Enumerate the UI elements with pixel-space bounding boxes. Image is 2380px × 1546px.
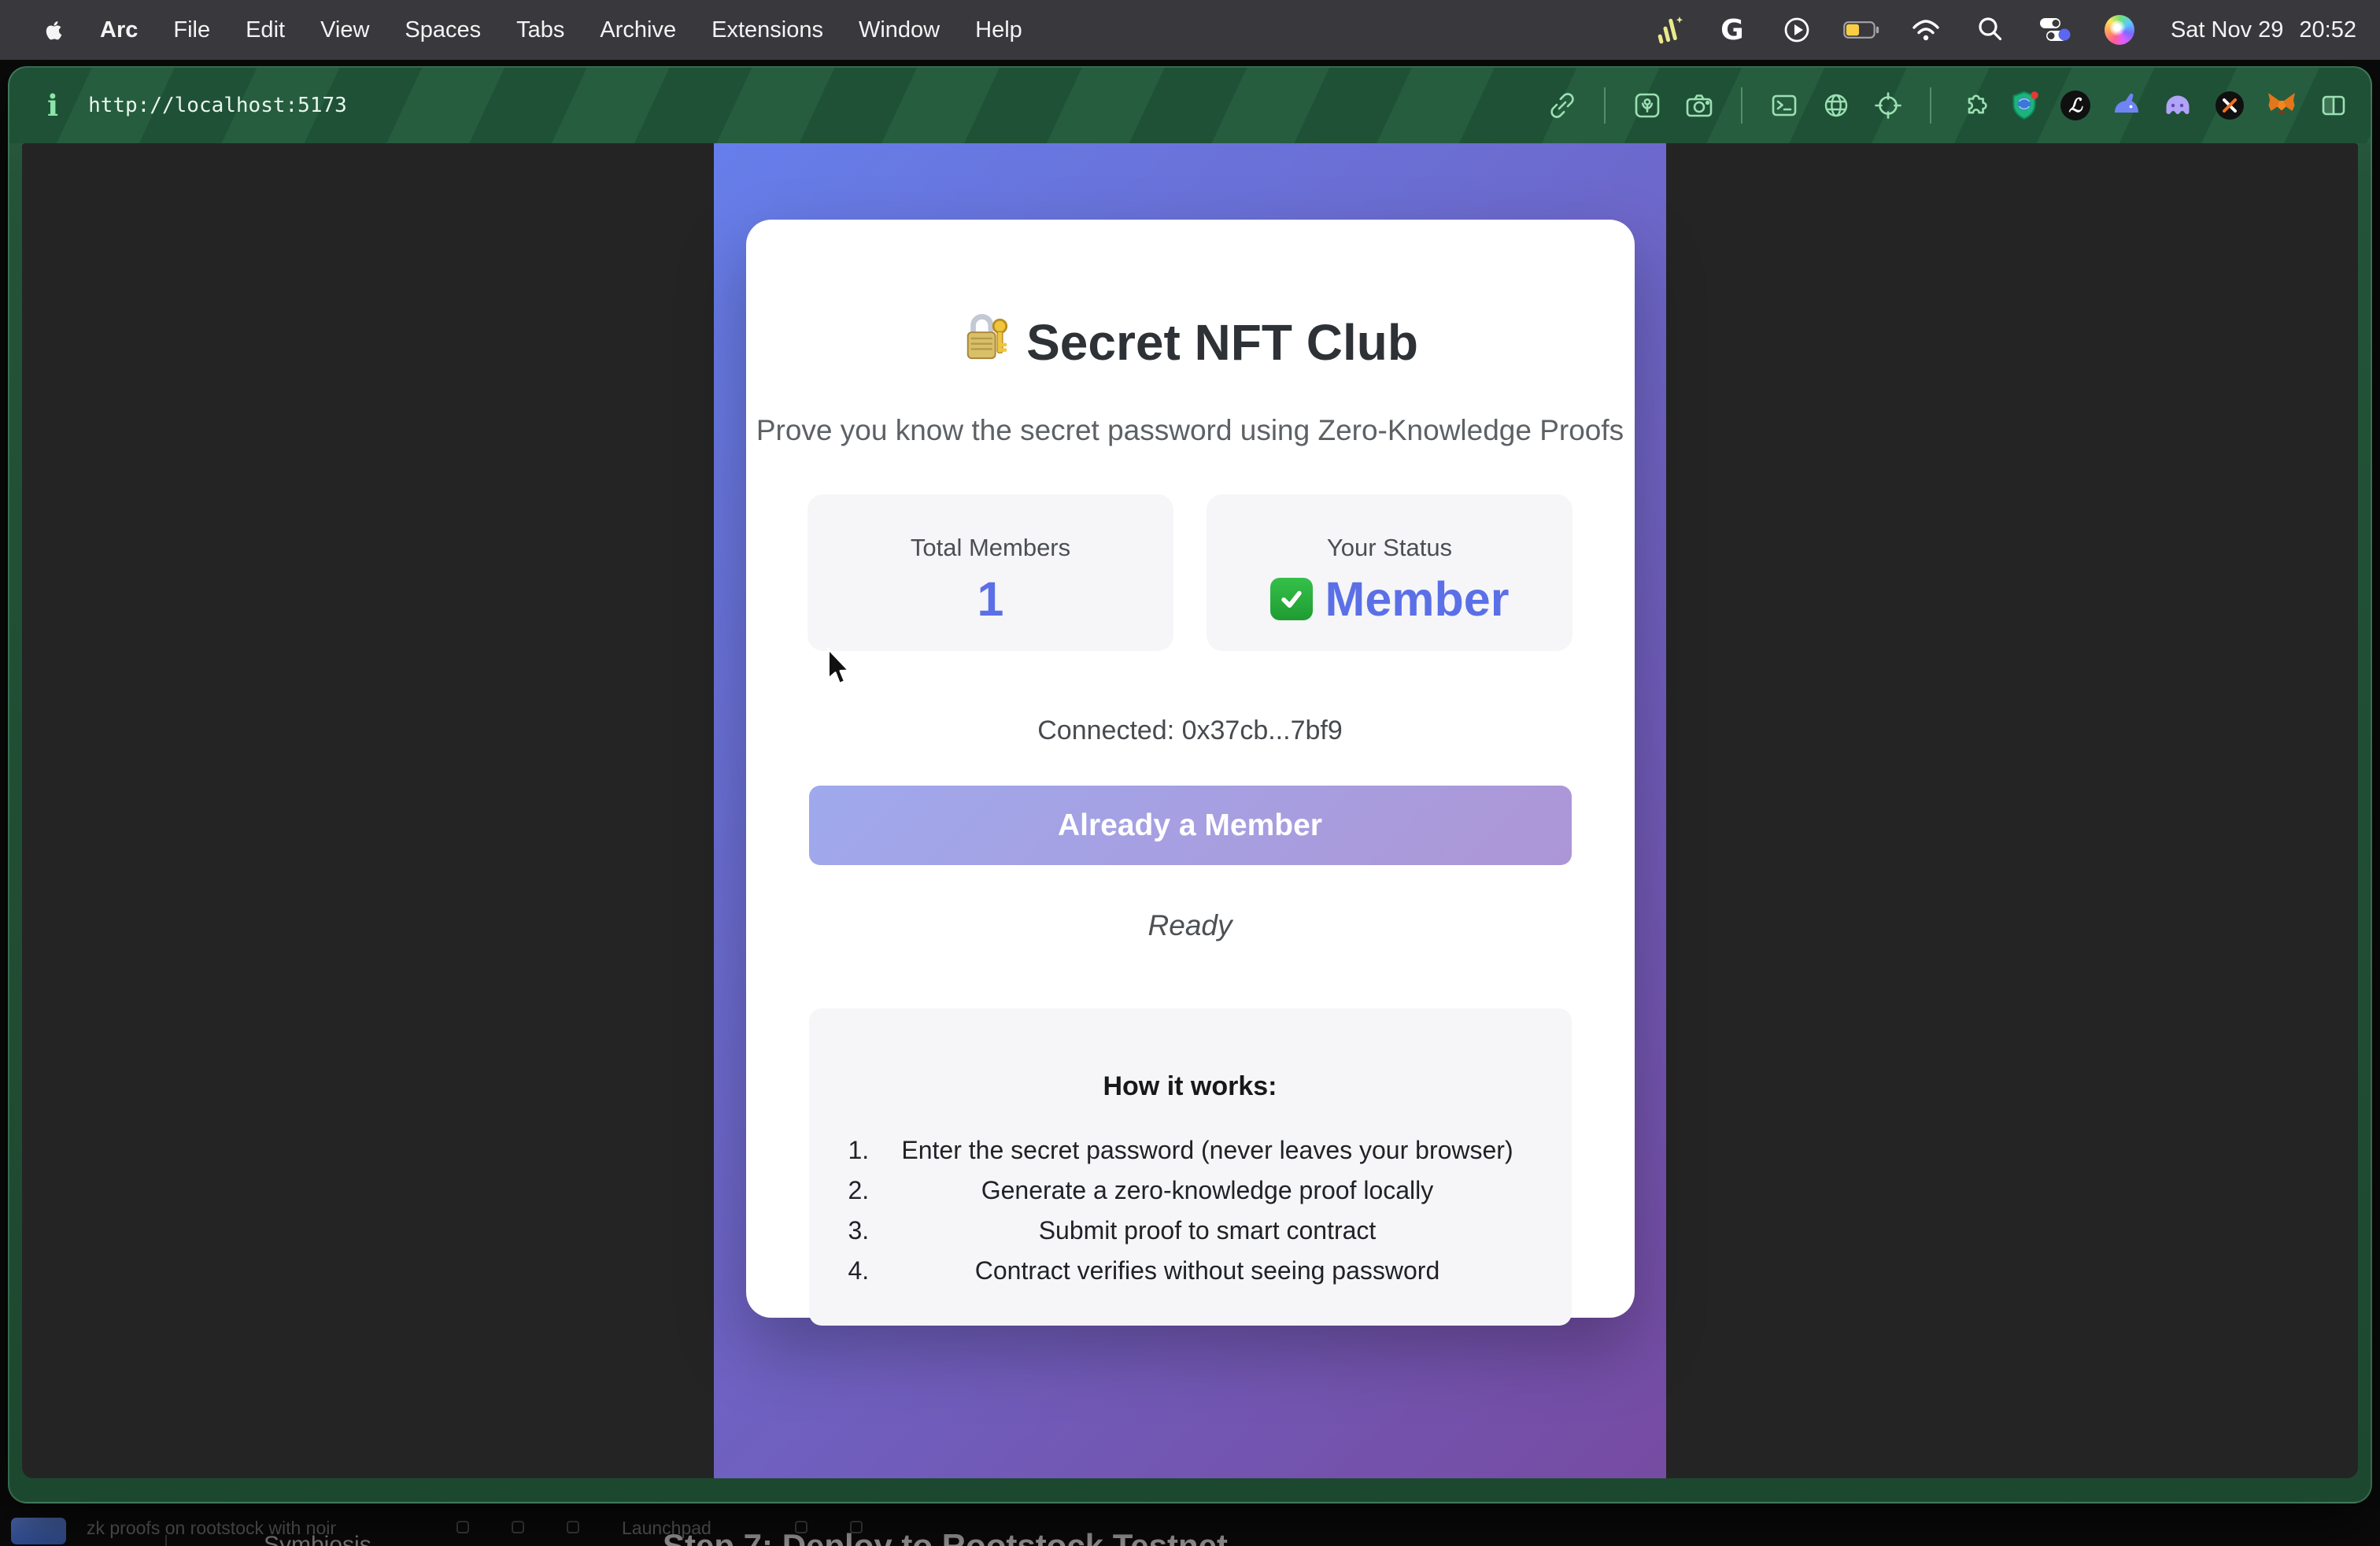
menu-bar-left: Arc File Edit View Spaces Tabs Archive E… xyxy=(41,16,1022,44)
shield-extension-icon[interactable] xyxy=(2009,89,2042,122)
your-status-card: Your Status Member xyxy=(1207,494,1572,651)
rabby-wallet-icon[interactable] xyxy=(2109,89,2142,122)
globe-icon[interactable] xyxy=(1820,89,1853,122)
total-members-label: Total Members xyxy=(808,534,1173,562)
webpage-background: Secret NFT Club Prove you know the secre… xyxy=(714,143,1666,1478)
url-bar[interactable]: http://localhost:5173 xyxy=(88,94,347,117)
wifi-icon[interactable] xyxy=(1908,12,1944,48)
menu-window[interactable]: Window xyxy=(859,17,940,43)
apple-menu[interactable] xyxy=(41,16,65,44)
list-item: 2. Generate a zero-knowledge proof local… xyxy=(844,1171,1572,1211)
browser-toolbar: i http://localhost:5173 xyxy=(9,68,2371,143)
list-item: 3. Submit proof to smart contract xyxy=(844,1211,1572,1251)
step-text: Submit proof to smart contract xyxy=(1039,1216,1377,1245)
browser-window: i http://localhost:5173 xyxy=(8,66,2372,1503)
list-marker: 4. xyxy=(848,1251,870,1291)
nft-club-card: Secret NFT Club Prove you know the secre… xyxy=(746,220,1635,1318)
menu-view[interactable]: View xyxy=(320,17,369,43)
step-text: Enter the secret password (never leaves … xyxy=(901,1136,1513,1164)
copy-link-icon[interactable] xyxy=(1546,89,1579,122)
background-window: zk proofs on rootstock with noir Launchp… xyxy=(0,1507,2380,1546)
page-title: Secret NFT Club xyxy=(746,220,1635,375)
page-title-text: Secret NFT Club xyxy=(1026,313,1418,372)
your-status-value: Member xyxy=(1207,571,1572,627)
address-area: i http://localhost:5173 xyxy=(47,91,347,120)
phantom-wallet-icon[interactable] xyxy=(2161,89,2194,122)
background-blue-tab xyxy=(11,1518,66,1544)
browser-content: Secret NFT Club Prove you know the secre… xyxy=(22,143,2358,1478)
list-marker: 1. xyxy=(848,1130,870,1171)
photo-icon[interactable] xyxy=(1631,89,1664,122)
lock-with-key-emoji-icon xyxy=(962,309,1011,375)
menu-extensions[interactable]: Extensions xyxy=(711,17,823,43)
apple-logo-icon xyxy=(41,16,65,44)
play-icon[interactable] xyxy=(1779,12,1815,48)
x-wallet-icon[interactable] xyxy=(2213,89,2246,122)
total-members-card: Total Members 1 xyxy=(808,494,1173,651)
background-toolbar-icon xyxy=(456,1521,469,1533)
toolbar-actions: ℒ xyxy=(1546,87,2350,124)
background-divider xyxy=(165,1535,167,1546)
background-toolbar-icon xyxy=(567,1521,579,1533)
menu-arc[interactable]: Arc xyxy=(100,17,138,43)
member-status-text: Member xyxy=(1325,571,1510,627)
menubar-time: 20:52 xyxy=(2299,17,2356,43)
how-it-works-box: How it works: 1. Enter the secret passwo… xyxy=(809,1008,1572,1326)
your-status-label: Your Status xyxy=(1207,534,1572,562)
background-sidebar-label: Symbiosis xyxy=(264,1532,371,1546)
extensions-puzzle-icon[interactable] xyxy=(1957,89,1990,122)
menu-edit[interactable]: Edit xyxy=(246,17,285,43)
page-subtitle: Prove you know the secret password using… xyxy=(746,414,1635,447)
step-text: Generate a zero-knowledge proof locally xyxy=(981,1176,1434,1204)
split-view-icon[interactable] xyxy=(2317,89,2350,122)
menu-bar: Arc File Edit View Spaces Tabs Archive E… xyxy=(0,0,2380,60)
list-marker: 3. xyxy=(848,1211,870,1251)
menu-archive[interactable]: Archive xyxy=(600,17,676,43)
connected-address: Connected: 0x37cb...7bf9 xyxy=(746,716,1635,746)
battery-icon[interactable] xyxy=(1843,12,1879,48)
menu-tabs[interactable]: Tabs xyxy=(516,17,564,43)
list-item: 4. Contract verifies without seeing pass… xyxy=(844,1251,1572,1291)
background-toolbar-icon xyxy=(512,1521,524,1533)
control-center-icon[interactable] xyxy=(2037,12,2073,48)
toolbar-separator xyxy=(1930,87,1931,124)
check-mark-emoji-icon xyxy=(1270,578,1313,620)
site-info-icon[interactable]: i xyxy=(47,91,58,120)
step-text: Contract verifies without seeing passwor… xyxy=(975,1256,1440,1285)
script-extension-icon[interactable]: ℒ xyxy=(2060,91,2090,120)
toolbar-separator xyxy=(1741,87,1743,124)
screenshot-camera-icon[interactable] xyxy=(1683,89,1716,122)
siri-icon[interactable] xyxy=(2101,12,2138,48)
menu-file[interactable]: File xyxy=(173,17,210,43)
grammarly-icon[interactable]: G xyxy=(1714,12,1750,48)
stats-row: Total Members 1 Your Status xyxy=(746,494,1635,651)
crosshair-icon[interactable] xyxy=(1872,89,1905,122)
menu-spaces[interactable]: Spaces xyxy=(405,17,481,43)
chart-icon[interactable] xyxy=(1650,12,1686,48)
list-item: 1. Enter the secret password (never leav… xyxy=(844,1130,1572,1171)
menubar-date: Sat Nov 29 xyxy=(2171,17,2283,43)
status-text: Ready xyxy=(746,909,1635,942)
total-members-value: 1 xyxy=(808,571,1173,627)
terminal-icon[interactable] xyxy=(1768,89,1801,122)
menu-bar-status: G xyxy=(1650,12,2356,48)
mouse-cursor xyxy=(823,647,855,688)
list-marker: 2. xyxy=(848,1171,870,1211)
toolbar-separator xyxy=(1604,87,1606,124)
already-member-button[interactable]: Already a Member xyxy=(809,786,1572,865)
desktop: Arc File Edit View Spaces Tabs Archive E… xyxy=(0,0,2380,1546)
background-doc-heading: Step 7: Deploy to Rootstock Testnet xyxy=(663,1527,1228,1546)
how-it-works-title: How it works: xyxy=(809,1008,1572,1102)
how-it-works-list: 1. Enter the secret password (never leav… xyxy=(809,1130,1572,1291)
metamask-icon[interactable] xyxy=(2265,89,2298,122)
menubar-clock[interactable]: Sat Nov 29 20:52 xyxy=(2171,17,2356,43)
menu-help[interactable]: Help xyxy=(975,17,1022,43)
search-icon[interactable] xyxy=(1972,12,2009,48)
